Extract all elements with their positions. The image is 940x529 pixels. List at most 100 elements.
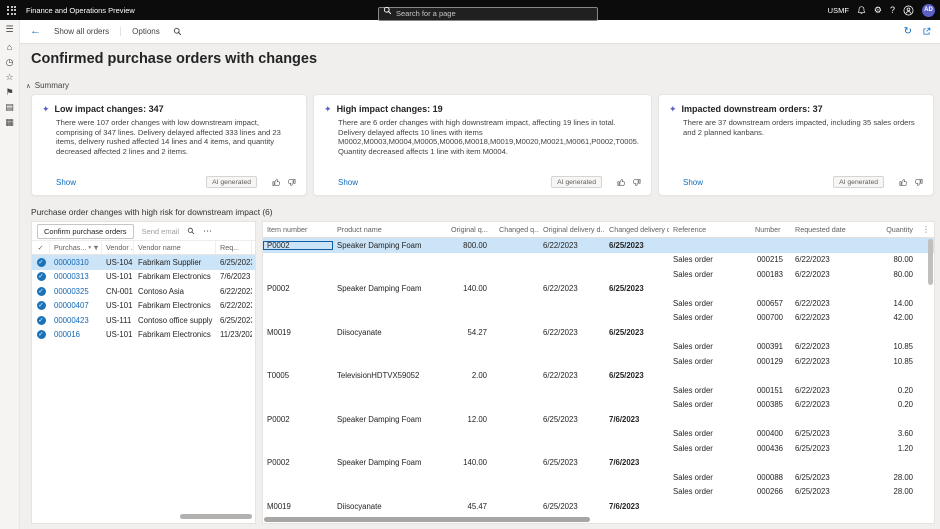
change-line-row[interactable]: M0019Diisocyanate54.276/22/20236/25/2023 — [263, 325, 934, 340]
help-icon[interactable]: ? — [890, 6, 895, 15]
cell-purchase-order[interactable]: 00000313 — [50, 272, 102, 281]
more-options-icon[interactable]: ⋯ — [203, 227, 212, 236]
change-line-row[interactable]: T0005TelevisionHDTVX590522.006/22/20236/… — [263, 369, 934, 384]
change-line-row[interactable]: P0002Speaker Damping Foam12.006/25/20237… — [263, 412, 934, 427]
cell-purchase-order[interactable]: 000016 — [50, 330, 102, 339]
grid-options-icon[interactable]: ⋮ — [922, 225, 930, 234]
grid-options-icon[interactable]: ⋮ — [252, 241, 259, 254]
purchase-order-row[interactable]: ✓00000407US-101Fabrikam Electronics6/22/… — [32, 299, 255, 314]
show-link[interactable]: Show — [683, 178, 703, 187]
forms-icon[interactable]: ▤ — [5, 103, 14, 112]
send-email-button[interactable]: Send email — [142, 227, 180, 236]
col-requested-date[interactable]: Requested date — [791, 225, 863, 234]
home-icon[interactable]: ⌂ — [7, 43, 12, 52]
row-select-cell[interactable]: ✓ — [32, 330, 50, 339]
col-product-name[interactable]: Product name — [333, 225, 447, 234]
change-line-row[interactable]: Sales order0006576/22/202314.00 — [263, 296, 934, 311]
modules-icon[interactable]: ▦ — [5, 118, 14, 127]
summary-toggle[interactable]: ∧ Summary — [26, 81, 69, 90]
change-line-row[interactable]: P0002Speaker Damping Foam140.006/22/2023… — [263, 282, 934, 297]
change-line-row[interactable]: P0002Speaker Damping Foam800.006/22/2023… — [263, 238, 934, 253]
row-select-cell[interactable]: ✓ — [32, 287, 50, 296]
col-original-delivery-date[interactable]: Original delivery d... — [539, 225, 605, 234]
change-line-row[interactable]: Sales order0004366/25/20231.20 — [263, 441, 934, 456]
purchase-order-row[interactable]: ✓00000313US-101Fabrikam Electronics7/6/2… — [32, 270, 255, 285]
tab-show-all-orders[interactable]: Show all orders — [54, 27, 121, 36]
confirm-purchase-orders-button[interactable]: Confirm purchase orders — [37, 224, 134, 239]
global-search-input[interactable] — [378, 7, 598, 21]
cell-purchase-order[interactable]: 00000423 — [50, 316, 102, 325]
row-select-cell[interactable]: ✓ — [32, 272, 50, 281]
col-original-quantity[interactable]: Original q... — [447, 225, 495, 234]
purchase-order-row[interactable]: ✓000016US-101Fabrikam Electronics11/23/2… — [32, 328, 255, 343]
col-purchase-order[interactable]: Purchas... ▾ — [50, 241, 102, 254]
show-link[interactable]: Show — [338, 178, 358, 187]
pinned-flag-icon[interactable]: ⚑ — [5, 88, 13, 97]
refresh-icon[interactable]: ↻ — [904, 27, 912, 37]
col-quantity[interactable]: Quantity — [863, 225, 921, 234]
horizontal-scrollbar[interactable] — [264, 517, 590, 522]
thumbs-up-icon[interactable] — [617, 178, 626, 187]
change-line-row[interactable]: Sales order0002156/22/202380.00 — [263, 253, 934, 268]
notifications-bell-icon[interactable] — [857, 5, 866, 15]
row-marked-check-icon[interactable]: ✓ — [37, 258, 46, 267]
row-marked-check-icon[interactable]: ✓ — [37, 316, 46, 325]
row-select-cell[interactable]: ✓ — [32, 316, 50, 325]
action-pane-search-icon[interactable] — [173, 27, 182, 36]
recent-icon[interactable]: ◷ — [6, 58, 14, 67]
cell-purchase-order[interactable]: 00000310 — [50, 258, 102, 267]
col-vendor-name[interactable]: Vendor name — [134, 241, 216, 254]
purchase-order-row[interactable]: ✓00000423US-111Contoso office supply6/25… — [32, 313, 255, 328]
change-line-row[interactable]: Sales order0000886/25/202328.00 — [263, 470, 934, 485]
select-all-check-icon[interactable]: ✓ — [38, 244, 44, 252]
thumbs-down-icon[interactable] — [914, 178, 923, 187]
change-line-row[interactable]: P0002Speaker Damping Foam140.006/25/2023… — [263, 456, 934, 471]
change-line-row[interactable]: Sales order0001296/22/202310.85 — [263, 354, 934, 369]
row-select-cell[interactable]: ✓ — [32, 301, 50, 310]
show-link[interactable]: Show — [56, 178, 76, 187]
horizontal-scrollbar[interactable] — [180, 514, 252, 519]
back-arrow-icon[interactable]: ← — [30, 26, 41, 37]
tab-options[interactable]: Options — [132, 27, 160, 36]
settings-gear-icon[interactable]: ⚙ — [874, 6, 882, 15]
row-marked-check-icon[interactable]: ✓ — [37, 272, 46, 281]
col-changed-quantity[interactable]: Changed q... — [495, 225, 539, 234]
cell-purchase-order[interactable]: 00000325 — [50, 287, 102, 296]
row-marked-check-icon[interactable]: ✓ — [37, 301, 46, 310]
col-number[interactable]: Number — [751, 225, 791, 234]
thumbs-up-icon[interactable] — [272, 178, 281, 187]
purchase-order-row[interactable]: ✓00000325CN-001Contoso Asia6/22/2023 — [32, 284, 255, 299]
thumbs-up-icon[interactable] — [899, 178, 908, 187]
thumbs-down-icon[interactable] — [287, 178, 296, 187]
hamburger-menu-icon[interactable]: ☰ — [5, 25, 13, 34]
open-in-new-window-icon[interactable] — [922, 27, 931, 36]
col-requested-date[interactable]: Req... — [216, 241, 252, 254]
cell-number: 000129 — [751, 357, 791, 366]
cell-purchase-order[interactable]: 00000407 — [50, 301, 102, 310]
change-line-row[interactable]: Sales order0001516/22/20230.20 — [263, 383, 934, 398]
change-line-row[interactable]: Sales order0007006/22/202342.00 — [263, 311, 934, 326]
company-picker[interactable]: USMF — [828, 6, 849, 15]
grid-search-icon[interactable] — [187, 227, 195, 235]
col-item-number[interactable]: Item number — [263, 225, 333, 234]
select-all-cell[interactable]: ✓ — [32, 241, 50, 254]
change-line-row[interactable]: M0019Diisocyanate45.476/25/20237/6/2023 — [263, 499, 934, 514]
avatar[interactable]: AD — [922, 4, 935, 17]
purchase-order-row[interactable]: ✓00000310US-104Fabrikam Supplier6/25/202… — [32, 255, 255, 270]
favorites-star-icon[interactable]: ☆ — [5, 73, 13, 82]
waffle-menu-icon[interactable] — [5, 4, 18, 17]
col-changed-delivery-date[interactable]: Changed delivery d... — [605, 225, 669, 234]
change-line-row[interactable]: Sales order0003856/22/20230.20 — [263, 398, 934, 413]
change-line-row[interactable]: Sales order0003916/22/202310.85 — [263, 340, 934, 355]
change-line-row[interactable]: Sales order0001836/22/202380.00 — [263, 267, 934, 282]
change-line-row[interactable]: Sales order0002666/25/202328.00 — [263, 485, 934, 500]
row-marked-check-icon[interactable]: ✓ — [37, 287, 46, 296]
person-icon[interactable] — [903, 5, 914, 16]
change-line-row[interactable]: Sales order0004006/25/20233.60 — [263, 427, 934, 442]
col-vendor-account[interactable]: Vendor ... — [102, 241, 134, 254]
thumbs-down-icon[interactable] — [632, 178, 641, 187]
row-select-cell[interactable]: ✓ — [32, 258, 50, 267]
col-reference[interactable]: Reference — [669, 225, 751, 234]
vertical-scrollbar[interactable] — [928, 239, 933, 285]
row-marked-check-icon[interactable]: ✓ — [37, 330, 46, 339]
